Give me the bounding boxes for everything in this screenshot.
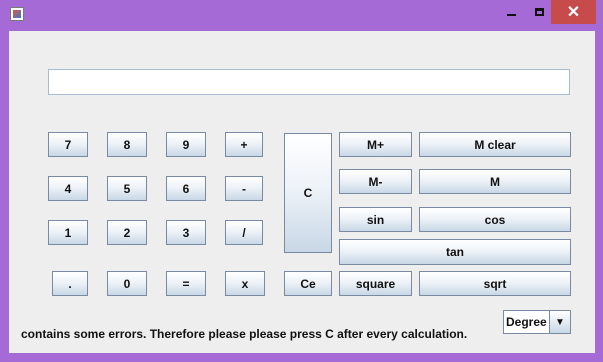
decimal-point-button[interactable]: .	[52, 271, 88, 296]
chevron-down-icon[interactable]: ▼	[549, 311, 570, 333]
title-bar[interactable]: ✕	[0, 0, 603, 28]
key-3-button[interactable]: 3	[166, 220, 206, 245]
key-7-button[interactable]: 7	[48, 132, 88, 157]
multiply-button[interactable]: x	[225, 271, 265, 296]
maximize-icon	[534, 8, 544, 16]
minimize-button[interactable]	[496, 0, 526, 24]
status-message: contains some errors. Therefore please p…	[21, 327, 468, 341]
key-8-button[interactable]: 8	[107, 132, 147, 157]
close-icon: ✕	[566, 4, 581, 21]
cos-button[interactable]: cos	[419, 207, 571, 232]
sqrt-button[interactable]: sqrt	[419, 271, 571, 296]
key-4-button[interactable]: 4	[48, 176, 88, 201]
minus-button[interactable]: -	[225, 176, 263, 201]
square-button[interactable]: square	[339, 271, 412, 296]
memory-recall-button[interactable]: M	[419, 169, 571, 194]
memory-clear-button[interactable]: M clear	[419, 132, 571, 157]
minimize-icon	[506, 14, 516, 16]
maximize-button[interactable]	[524, 0, 554, 24]
key-6-button[interactable]: 6	[166, 176, 206, 201]
key-5-button[interactable]: 5	[107, 176, 147, 201]
close-button[interactable]: ✕	[551, 0, 596, 24]
tan-button[interactable]: tan	[339, 239, 571, 265]
memory-subtract-button[interactable]: M-	[339, 169, 412, 194]
angle-mode-dropdown[interactable]: Degree ▼	[503, 310, 571, 334]
sin-button[interactable]: sin	[339, 207, 412, 232]
memory-add-button[interactable]: M+	[339, 132, 412, 157]
clear-button[interactable]: C	[284, 133, 332, 253]
angle-mode-value: Degree	[506, 315, 547, 329]
key-2-button[interactable]: 2	[107, 220, 147, 245]
display-field[interactable]	[48, 69, 570, 95]
key-0-button[interactable]: 0	[107, 271, 147, 296]
plus-button[interactable]: +	[225, 132, 263, 157]
key-1-button[interactable]: 1	[48, 220, 88, 245]
window-frame: ✕ 7 8 9 + 4 5 6 - 1 2 3 / . 0 = x C Ce M…	[0, 0, 603, 362]
key-9-button[interactable]: 9	[166, 132, 206, 157]
divide-button[interactable]: /	[225, 220, 263, 245]
java-app-icon	[10, 7, 24, 21]
equals-button[interactable]: =	[166, 271, 206, 296]
calculator-panel: 7 8 9 + 4 5 6 - 1 2 3 / . 0 = x C Ce M+ …	[9, 31, 595, 353]
clear-entry-button[interactable]: Ce	[284, 271, 332, 296]
